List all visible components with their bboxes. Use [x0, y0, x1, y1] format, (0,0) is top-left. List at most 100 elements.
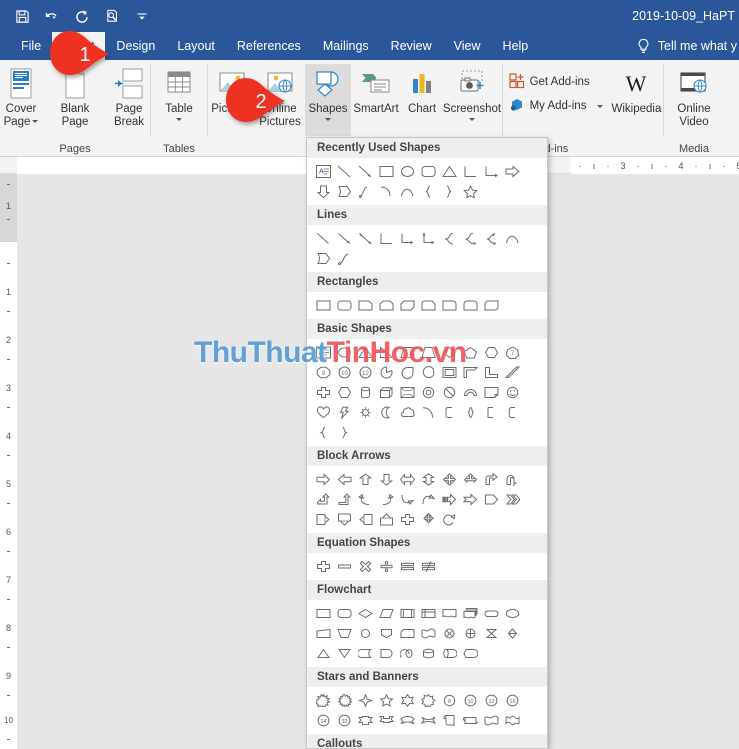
shape-frame[interactable] — [439, 362, 460, 382]
shape-right-brace[interactable] — [439, 181, 460, 201]
chevron-down-icon[interactable] — [597, 104, 604, 108]
shape-round-diagonal-corner-rectangle[interactable] — [481, 295, 502, 315]
shape-elbow-connector[interactable] — [460, 161, 481, 181]
shape-flowchart-connector[interactable] — [355, 623, 376, 643]
shape-curved-arrow-connector[interactable] — [460, 228, 481, 248]
shape-left-brace-basic[interactable] — [313, 422, 334, 442]
shape-double-brace[interactable] — [460, 402, 481, 422]
smartart-button[interactable]: SmartArt — [351, 64, 401, 136]
shape-flowchart-data[interactable] — [376, 603, 397, 623]
shape-line-double-arrow[interactable] — [355, 228, 376, 248]
shape-pentagon[interactable] — [460, 342, 481, 362]
shape-line-arrow[interactable] — [334, 228, 355, 248]
chevron-down-icon[interactable] — [325, 118, 331, 121]
shape-flowchart-multidocument[interactable] — [460, 603, 481, 623]
shape-text-box[interactable]: A — [313, 161, 334, 181]
shape-elbow-double-arrow-connector[interactable] — [418, 228, 439, 248]
shape-arrow-notched-right[interactable] — [460, 489, 481, 509]
shape-flowchart-manual-input[interactable] — [313, 623, 334, 643]
shape-star-32-point[interactable]: 32 — [334, 710, 355, 730]
tab-design[interactable]: Design — [105, 32, 166, 60]
shape-chord[interactable] — [418, 362, 439, 382]
shape-snip-and-round-single-corner-rectangle[interactable] — [418, 295, 439, 315]
shape-cloud[interactable] — [397, 402, 418, 422]
shape-curved-connector[interactable] — [439, 228, 460, 248]
shape-arrow-up-down[interactable] — [418, 469, 439, 489]
shape-block-arc[interactable] — [460, 382, 481, 402]
shape-cross[interactable] — [313, 382, 334, 402]
save-icon[interactable] — [8, 3, 36, 29]
shape-explosion-2[interactable] — [334, 690, 355, 710]
shape-star-4-point[interactable] — [355, 690, 376, 710]
shape-snip-same-side-corner-rectangle[interactable] — [376, 295, 397, 315]
shape-division[interactable] — [376, 556, 397, 576]
shape-octagon[interactable]: 8 — [313, 362, 334, 382]
shape-flowchart-preparation[interactable] — [502, 603, 523, 623]
shape-right-brace-basic[interactable] — [334, 422, 355, 442]
shape-smiley-face[interactable] — [502, 382, 523, 402]
tab-help[interactable]: Help — [492, 32, 540, 60]
shape-diamond[interactable] — [439, 342, 460, 362]
tab-references[interactable]: References — [226, 32, 312, 60]
blank-page-button[interactable]: Blank Page — [48, 64, 102, 136]
shape-arrow-u-turn[interactable] — [502, 469, 523, 489]
shape-flowchart-internal-storage[interactable] — [418, 603, 439, 623]
shape-decagon[interactable]: 10 — [334, 362, 355, 382]
shape-folded-corner[interactable] — [481, 382, 502, 402]
shape-minus[interactable] — [334, 556, 355, 576]
shape-wave[interactable] — [481, 710, 502, 730]
section-body-flowchart[interactable] — [307, 600, 547, 667]
shape-arrow-circular[interactable] — [439, 509, 460, 529]
shape-rounded-rectangle[interactable] — [334, 295, 355, 315]
shape-scribble[interactable] — [334, 248, 355, 268]
shape-star-16-point[interactable]: 16 — [502, 690, 523, 710]
shape-donut[interactable] — [418, 382, 439, 402]
shape-vertical-scroll[interactable] — [439, 710, 460, 730]
shape-flowchart-alternate-process[interactable] — [334, 603, 355, 623]
shape-flowchart-predefined-process[interactable] — [397, 603, 418, 623]
shape-flowchart-direct-access-storage[interactable] — [439, 643, 460, 663]
shape-rectangle[interactable] — [313, 295, 334, 315]
shape-sun[interactable] — [355, 402, 376, 422]
shape-arrow-left-right[interactable] — [397, 469, 418, 489]
my-add-ins-button[interactable]: My Add-ins — [505, 94, 608, 118]
shape-curved-double-arrow-connector[interactable] — [481, 228, 502, 248]
shape-star-5-point[interactable] — [376, 690, 397, 710]
shape-arrow-down-callout[interactable] — [334, 509, 355, 529]
shape-arrow-curved-left[interactable] — [355, 489, 376, 509]
shape-flowchart-off-page-connector[interactable] — [376, 623, 397, 643]
shape-down-ribbon[interactable] — [376, 710, 397, 730]
shape-flowchart-collate[interactable] — [481, 623, 502, 643]
shape-not-equal[interactable] — [418, 556, 439, 576]
shape-flowchart-or[interactable] — [460, 623, 481, 643]
tab-file[interactable]: File — [10, 32, 52, 60]
shape-flowchart-document[interactable] — [439, 603, 460, 623]
shape-lightning-bolt[interactable] — [334, 402, 355, 422]
shape-curve[interactable] — [397, 181, 418, 201]
tab-view[interactable]: View — [443, 32, 492, 60]
shape-flowchart-delay[interactable] — [376, 643, 397, 663]
online-video-button[interactable]: Online Video — [667, 64, 721, 136]
section-body-equation-shapes[interactable] — [307, 553, 547, 580]
section-body-basic-shapes[interactable]: A 7 8 10 12 — [307, 339, 547, 446]
shape-pentagon-arrow[interactable] — [481, 489, 502, 509]
shape-flowchart-manual-operation[interactable] — [334, 623, 355, 643]
shapes-button[interactable]: Shapes — [305, 64, 351, 136]
shape-l-shape[interactable] — [481, 362, 502, 382]
shape-moon[interactable] — [376, 402, 397, 422]
shape-arrow-bent[interactable] — [481, 469, 502, 489]
shape-double-wave[interactable] — [502, 710, 523, 730]
shape-line[interactable] — [313, 228, 334, 248]
section-body-recently-used-shapes[interactable]: A — [307, 158, 547, 205]
shape-explosion-1[interactable] — [313, 690, 334, 710]
shape-round-single-corner-rectangle[interactable] — [439, 295, 460, 315]
shape-freeform-shape[interactable] — [313, 248, 334, 268]
document-page[interactable] — [17, 174, 323, 749]
shape-rounded-rectangle[interactable] — [418, 161, 439, 181]
chart-button[interactable]: Chart — [401, 64, 443, 136]
shape-cylinder[interactable] — [355, 382, 376, 402]
shape-multiply[interactable] — [355, 556, 376, 576]
shape-down-arrow[interactable] — [313, 181, 334, 201]
cover-page-button[interactable]: Cover Page — [0, 64, 48, 136]
chevron-down-icon[interactable] — [32, 120, 39, 124]
